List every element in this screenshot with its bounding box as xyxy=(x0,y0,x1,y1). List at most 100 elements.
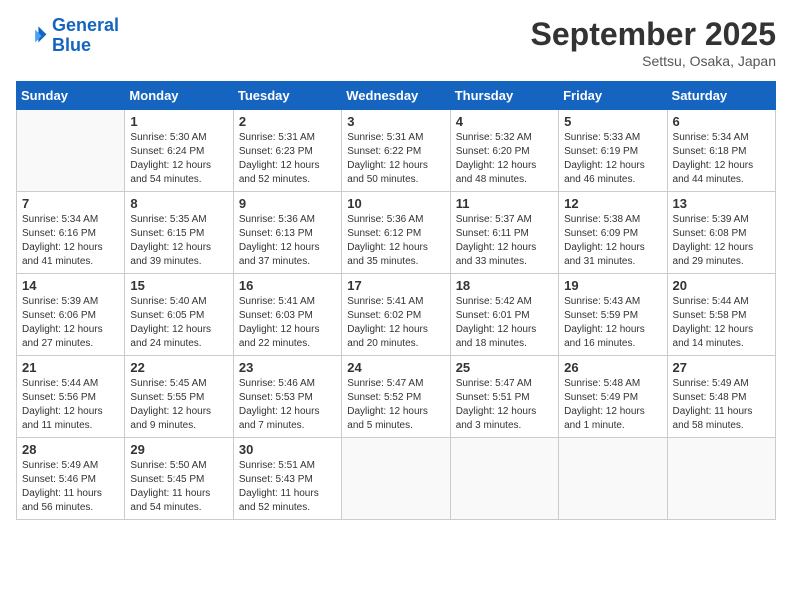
day-info: Sunrise: 5:39 AMSunset: 6:06 PMDaylight:… xyxy=(22,295,119,351)
calendar-cell: 30 Sunrise: 5:51 AMSunset: 5:43 PMDayligh… xyxy=(233,438,341,520)
day-number: 6 xyxy=(673,114,770,129)
calendar-cell: 22Sunrise: 5:45 AMSunset: 5:55 PMDayligh… xyxy=(125,356,233,438)
logo-line2: Blue xyxy=(52,35,91,55)
calendar-cell: 26Sunrise: 5:48 AMSunset: 5:49 PMDayligh… xyxy=(559,356,667,438)
calendar-week-row: 14 Sunrise: 5:39 AMSunset: 6:06 PMDayligh… xyxy=(17,274,776,356)
calendar-cell: 24Sunrise: 5:47 AMSunset: 5:52 PMDayligh… xyxy=(342,356,450,438)
calendar-cell: 13Sunrise: 5:39 AMSunset: 6:08 PMDayligh… xyxy=(667,192,775,274)
calendar-cell: 7Sunrise: 5:34 AMSunset: 6:16 PMDaylight… xyxy=(17,192,125,274)
day-number: 4 xyxy=(456,114,553,129)
day-info: Sunrise: 5:41 AMSunset: 6:03 PMDaylight:… xyxy=(239,295,336,351)
weekday-header: Wednesday xyxy=(342,82,450,110)
day-info: Sunrise: 5:49 AMSunset: 5:46 PMDaylight:… xyxy=(22,459,119,515)
calendar-week-row: 1 Sunrise: 5:30 AMSunset: 6:24 PMDaylight… xyxy=(17,110,776,192)
calendar: SundayMondayTuesdayWednesdayThursdayFrid… xyxy=(16,81,776,520)
day-info: Sunrise: 5:41 AMSunset: 6:02 PMDaylight:… xyxy=(347,295,444,351)
calendar-week-row: 21 Sunrise: 5:44 AMSunset: 5:56 PMDayligh… xyxy=(17,356,776,438)
day-info: Sunrise: 5:47 AMSunset: 5:51 PMDaylight:… xyxy=(456,377,553,433)
calendar-cell: 17Sunrise: 5:41 AMSunset: 6:02 PMDayligh… xyxy=(342,274,450,356)
calendar-cell: 19 Sunrise: 5:43 AMSunset: 5:59 PMDayligh… xyxy=(559,274,667,356)
calendar-cell xyxy=(559,438,667,520)
day-info: Sunrise: 5:38 AMSunset: 6:09 PMDaylight:… xyxy=(564,213,661,269)
calendar-cell: 15 Sunrise: 5:40 AMSunset: 6:05 PMDayligh… xyxy=(125,274,233,356)
day-number: 2 xyxy=(239,114,336,129)
day-info: Sunrise: 5:33 AMSunset: 6:19 PMDaylight:… xyxy=(564,131,661,187)
day-info: Sunrise: 5:34 AMSunset: 6:16 PMDaylight:… xyxy=(22,213,119,269)
day-info: Sunrise: 5:42 AMSunset: 6:01 PMDaylight:… xyxy=(456,295,553,351)
calendar-cell: 18 Sunrise: 5:42 AMSunset: 6:01 PMDayligh… xyxy=(450,274,558,356)
day-number: 14 xyxy=(22,278,119,293)
day-number: 20 xyxy=(673,278,770,293)
day-info: Sunrise: 5:39 AMSunset: 6:08 PMDaylight:… xyxy=(673,213,770,269)
logo-line1: General xyxy=(52,15,119,35)
weekday-header: Sunday xyxy=(17,82,125,110)
day-info: Sunrise: 5:31 AMSunset: 6:23 PMDaylight:… xyxy=(239,131,336,187)
day-number: 12 xyxy=(564,196,661,211)
calendar-cell: 5Sunrise: 5:33 AMSunset: 6:19 PMDaylight… xyxy=(559,110,667,192)
calendar-cell: 28 Sunrise: 5:49 AMSunset: 5:46 PMDayligh… xyxy=(17,438,125,520)
day-info: Sunrise: 5:49 AMSunset: 5:48 PMDaylight:… xyxy=(673,377,770,433)
day-number: 30 xyxy=(239,442,336,457)
day-number: 10 xyxy=(347,196,444,211)
calendar-cell xyxy=(342,438,450,520)
calendar-cell: 27 Sunrise: 5:49 AMSunset: 5:48 PMDayligh… xyxy=(667,356,775,438)
calendar-cell: 23Sunrise: 5:46 AMSunset: 5:53 PMDayligh… xyxy=(233,356,341,438)
title-block: September 2025 Settsu, Osaka, Japan xyxy=(531,16,776,69)
day-number: 8 xyxy=(130,196,227,211)
day-number: 27 xyxy=(673,360,770,375)
day-info: Sunrise: 5:36 AMSunset: 6:12 PMDaylight:… xyxy=(347,213,444,269)
day-number: 11 xyxy=(456,196,553,211)
day-info: Sunrise: 5:43 AMSunset: 5:59 PMDaylight:… xyxy=(564,295,661,351)
weekday-header: Tuesday xyxy=(233,82,341,110)
day-number: 24 xyxy=(347,360,444,375)
day-info: Sunrise: 5:30 AMSunset: 6:24 PMDaylight:… xyxy=(130,131,227,187)
day-info: Sunrise: 5:44 AMSunset: 5:56 PMDaylight:… xyxy=(22,377,119,433)
calendar-cell: 12 Sunrise: 5:38 AMSunset: 6:09 PMDayligh… xyxy=(559,192,667,274)
day-number: 15 xyxy=(130,278,227,293)
calendar-cell: 10 Sunrise: 5:36 AMSunset: 6:12 PMDayligh… xyxy=(342,192,450,274)
page-header: General Blue September 2025 Settsu, Osak… xyxy=(16,16,776,69)
day-number: 19 xyxy=(564,278,661,293)
day-number: 1 xyxy=(130,114,227,129)
location: Settsu, Osaka, Japan xyxy=(531,53,776,69)
day-info: Sunrise: 5:44 AMSunset: 5:58 PMDaylight:… xyxy=(673,295,770,351)
day-info: Sunrise: 5:31 AMSunset: 6:22 PMDaylight:… xyxy=(347,131,444,187)
calendar-cell: 2 Sunrise: 5:31 AMSunset: 6:23 PMDaylight… xyxy=(233,110,341,192)
calendar-cell: 6 Sunrise: 5:34 AMSunset: 6:18 PMDaylight… xyxy=(667,110,775,192)
calendar-week-row: 7Sunrise: 5:34 AMSunset: 6:16 PMDaylight… xyxy=(17,192,776,274)
calendar-cell: 3 Sunrise: 5:31 AMSunset: 6:22 PMDaylight… xyxy=(342,110,450,192)
day-info: Sunrise: 5:37 AMSunset: 6:11 PMDaylight:… xyxy=(456,213,553,269)
day-info: Sunrise: 5:36 AMSunset: 6:13 PMDaylight:… xyxy=(239,213,336,269)
day-info: Sunrise: 5:40 AMSunset: 6:05 PMDaylight:… xyxy=(130,295,227,351)
day-info: Sunrise: 5:51 AMSunset: 5:43 PMDaylight:… xyxy=(239,459,336,515)
logo-icon xyxy=(16,20,48,52)
day-info: Sunrise: 5:34 AMSunset: 6:18 PMDaylight:… xyxy=(673,131,770,187)
calendar-cell: 25Sunrise: 5:47 AMSunset: 5:51 PMDayligh… xyxy=(450,356,558,438)
weekday-header: Monday xyxy=(125,82,233,110)
calendar-cell: 8 Sunrise: 5:35 AMSunset: 6:15 PMDaylight… xyxy=(125,192,233,274)
calendar-cell xyxy=(450,438,558,520)
weekday-header-row: SundayMondayTuesdayWednesdayThursdayFrid… xyxy=(17,82,776,110)
calendar-cell xyxy=(17,110,125,192)
calendar-cell xyxy=(667,438,775,520)
day-number: 22 xyxy=(130,360,227,375)
day-number: 28 xyxy=(22,442,119,457)
day-number: 21 xyxy=(22,360,119,375)
logo: General Blue xyxy=(16,16,119,56)
calendar-cell: 16 Sunrise: 5:41 AMSunset: 6:03 PMDayligh… xyxy=(233,274,341,356)
calendar-cell: 21 Sunrise: 5:44 AMSunset: 5:56 PMDayligh… xyxy=(17,356,125,438)
day-number: 18 xyxy=(456,278,553,293)
day-info: Sunrise: 5:35 AMSunset: 6:15 PMDaylight:… xyxy=(130,213,227,269)
day-info: Sunrise: 5:50 AMSunset: 5:45 PMDaylight:… xyxy=(130,459,227,515)
day-info: Sunrise: 5:32 AMSunset: 6:20 PMDaylight:… xyxy=(456,131,553,187)
day-number: 16 xyxy=(239,278,336,293)
day-info: Sunrise: 5:46 AMSunset: 5:53 PMDaylight:… xyxy=(239,377,336,433)
day-number: 3 xyxy=(347,114,444,129)
calendar-cell: 1 Sunrise: 5:30 AMSunset: 6:24 PMDaylight… xyxy=(125,110,233,192)
calendar-cell: 29Sunrise: 5:50 AMSunset: 5:45 PMDayligh… xyxy=(125,438,233,520)
weekday-header: Friday xyxy=(559,82,667,110)
calendar-cell: 11 Sunrise: 5:37 AMSunset: 6:11 PMDayligh… xyxy=(450,192,558,274)
logo-text: General Blue xyxy=(52,16,119,56)
weekday-header: Saturday xyxy=(667,82,775,110)
calendar-cell: 14 Sunrise: 5:39 AMSunset: 6:06 PMDayligh… xyxy=(17,274,125,356)
